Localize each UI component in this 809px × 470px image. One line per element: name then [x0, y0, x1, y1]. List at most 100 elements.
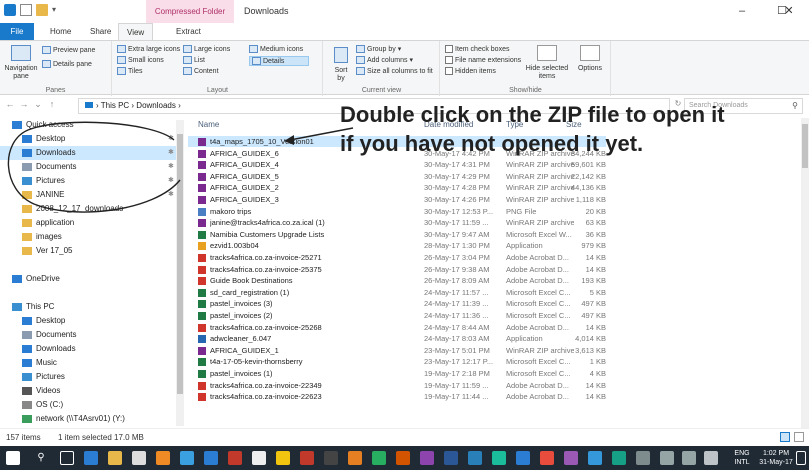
nav-scrollbar[interactable] — [176, 120, 184, 426]
file-explorer-icon[interactable] — [108, 451, 122, 465]
breadcrumb[interactable]: › This PC › Downloads › — [96, 101, 181, 110]
app-icon[interactable] — [204, 451, 218, 465]
app-icon[interactable] — [156, 451, 170, 465]
search-icon[interactable]: ⚲ — [34, 451, 48, 465]
app-icon[interactable] — [516, 451, 530, 465]
nav-item-onedrive[interactable]: OneDrive — [0, 272, 178, 286]
tiles-option[interactable]: Tiles — [117, 67, 143, 75]
tray-icon[interactable] — [682, 451, 696, 465]
nav-item-desktop[interactable]: Desktop ✱ — [0, 132, 178, 146]
selection-info: 1 item selected 17.0 MB — [58, 433, 144, 442]
tab-share[interactable]: Share — [82, 23, 119, 40]
nav-item-application[interactable]: application — [0, 216, 178, 230]
nav-item-label: JANINE — [36, 190, 65, 199]
nav-item-images[interactable]: images — [0, 230, 178, 244]
nav-item-this-pc[interactable]: This PC — [0, 300, 178, 314]
nav-item-videos[interactable]: Videos — [0, 384, 178, 398]
back-button[interactable]: ← — [4, 99, 16, 109]
small-icons-option[interactable]: Small icons — [117, 56, 164, 64]
app-icon[interactable] — [588, 451, 602, 465]
navigation-pane-button[interactable]: Navigation pane — [4, 45, 38, 81]
videos-icon — [22, 387, 32, 395]
app-icon[interactable] — [180, 451, 194, 465]
forward-button[interactable]: → — [18, 99, 30, 109]
chrome-icon[interactable] — [372, 451, 386, 465]
nav-item-label: Videos — [36, 386, 61, 395]
tiles-icon — [117, 67, 126, 75]
properties-icon[interactable] — [4, 4, 16, 16]
task-view-icon[interactable] — [60, 451, 74, 465]
nav-item-2008-12-17-downloads[interactable]: 2008_12_17_downloads — [0, 202, 178, 216]
checkbox-icon[interactable] — [20, 4, 32, 16]
app-icon[interactable] — [492, 451, 506, 465]
pictures-icon — [22, 177, 32, 185]
edge-icon[interactable] — [84, 451, 98, 465]
nav-item-label: Documents — [36, 330, 77, 339]
tab-home[interactable]: Home — [42, 23, 79, 40]
recent-dropdown-button[interactable]: ⌄ — [32, 99, 44, 110]
annotation-line-1: Double click on the ZIP file to open it — [340, 102, 725, 127]
app-icon[interactable] — [540, 451, 554, 465]
tray-icon[interactable] — [660, 451, 674, 465]
cloud-icon — [12, 275, 22, 283]
nav-item-janine[interactable]: JANINE ✱ — [0, 188, 178, 202]
store-icon[interactable] — [132, 451, 146, 465]
app-icon[interactable] — [612, 451, 626, 465]
nav-item-documents[interactable]: Documents — [0, 328, 178, 342]
app-icon[interactable] — [636, 451, 650, 465]
taskbar: ⚲ ENG INTL 1:02 PM 31-May-17 — [0, 446, 809, 470]
nav-item-os-c-[interactable]: OS (C:) — [0, 398, 178, 412]
preview-pane-icon — [42, 46, 51, 54]
app-icon[interactable] — [468, 451, 482, 465]
pin-icon[interactable]: ✱ — [168, 132, 174, 146]
tab-file[interactable]: File — [0, 23, 34, 40]
app-icon[interactable] — [324, 451, 338, 465]
preview-pane-button[interactable]: Preview pane — [42, 46, 95, 54]
nav-item-label: OneDrive — [26, 274, 60, 283]
firefox-icon[interactable] — [348, 451, 362, 465]
app-icon[interactable] — [276, 451, 290, 465]
nav-item-quick-access[interactable]: Quick access — [0, 118, 178, 132]
nav-item-label: OS (C:) — [36, 400, 64, 409]
acrobat-icon[interactable] — [300, 451, 314, 465]
app-icon[interactable] — [228, 451, 242, 465]
nav-item-documents[interactable]: Documents ✱ — [0, 160, 178, 174]
extra-large-icons-option[interactable]: Extra large icons — [117, 45, 180, 53]
nav-item-downloads[interactable]: Downloads — [0, 342, 178, 356]
nav-item-desktop[interactable]: Desktop — [0, 314, 178, 328]
nav-item-network-t4asrv01-y-[interactable]: network (\\T4Asrv01) (Y:) — [0, 412, 178, 426]
nav-scroll-thumb[interactable] — [177, 134, 183, 394]
nav-item-pictures[interactable]: Pictures — [0, 370, 178, 384]
desktop-icon — [22, 135, 32, 143]
pin-icon[interactable]: ✱ — [168, 174, 174, 188]
app-icon[interactable] — [564, 451, 578, 465]
nav-item-pictures[interactable]: Pictures ✱ — [0, 174, 178, 188]
start-icon[interactable] — [6, 451, 20, 465]
app-icon[interactable] — [252, 451, 266, 465]
tab-view[interactable]: View — [118, 23, 154, 40]
folder-icon — [85, 102, 93, 108]
nav-item-music[interactable]: Music — [0, 356, 178, 370]
word-icon[interactable] — [444, 451, 458, 465]
nav-item-downloads[interactable]: Downloads ✱ — [0, 146, 178, 160]
item-count: 157 items — [6, 433, 41, 442]
download-icon — [22, 149, 32, 157]
nav-item-ver-17-05[interactable]: Ver 17_05 — [0, 244, 178, 258]
clock[interactable]: 1:02 PM 31-May-17 — [756, 449, 796, 467]
pin-icon[interactable]: ✱ — [168, 160, 174, 174]
notification-icon[interactable] — [796, 451, 806, 465]
language-indicator[interactable]: ENG INTL — [730, 449, 754, 467]
nav-item-label: Downloads — [36, 148, 76, 157]
up-button[interactable]: ↑ — [46, 99, 58, 109]
nav-item-label: Quick access — [26, 120, 74, 129]
app-icon[interactable] — [396, 451, 410, 465]
pin-icon[interactable]: ✱ — [168, 188, 174, 202]
dropdown-icon[interactable]: ▾ — [52, 4, 60, 16]
keyboard-icon[interactable] — [704, 451, 718, 465]
folder-icon[interactable] — [36, 4, 48, 16]
app-icon[interactable] — [420, 451, 434, 465]
pin-icon[interactable]: ✱ — [168, 146, 174, 160]
details-pane-button[interactable]: Details pane — [42, 60, 92, 68]
desktop-icon — [22, 317, 32, 325]
